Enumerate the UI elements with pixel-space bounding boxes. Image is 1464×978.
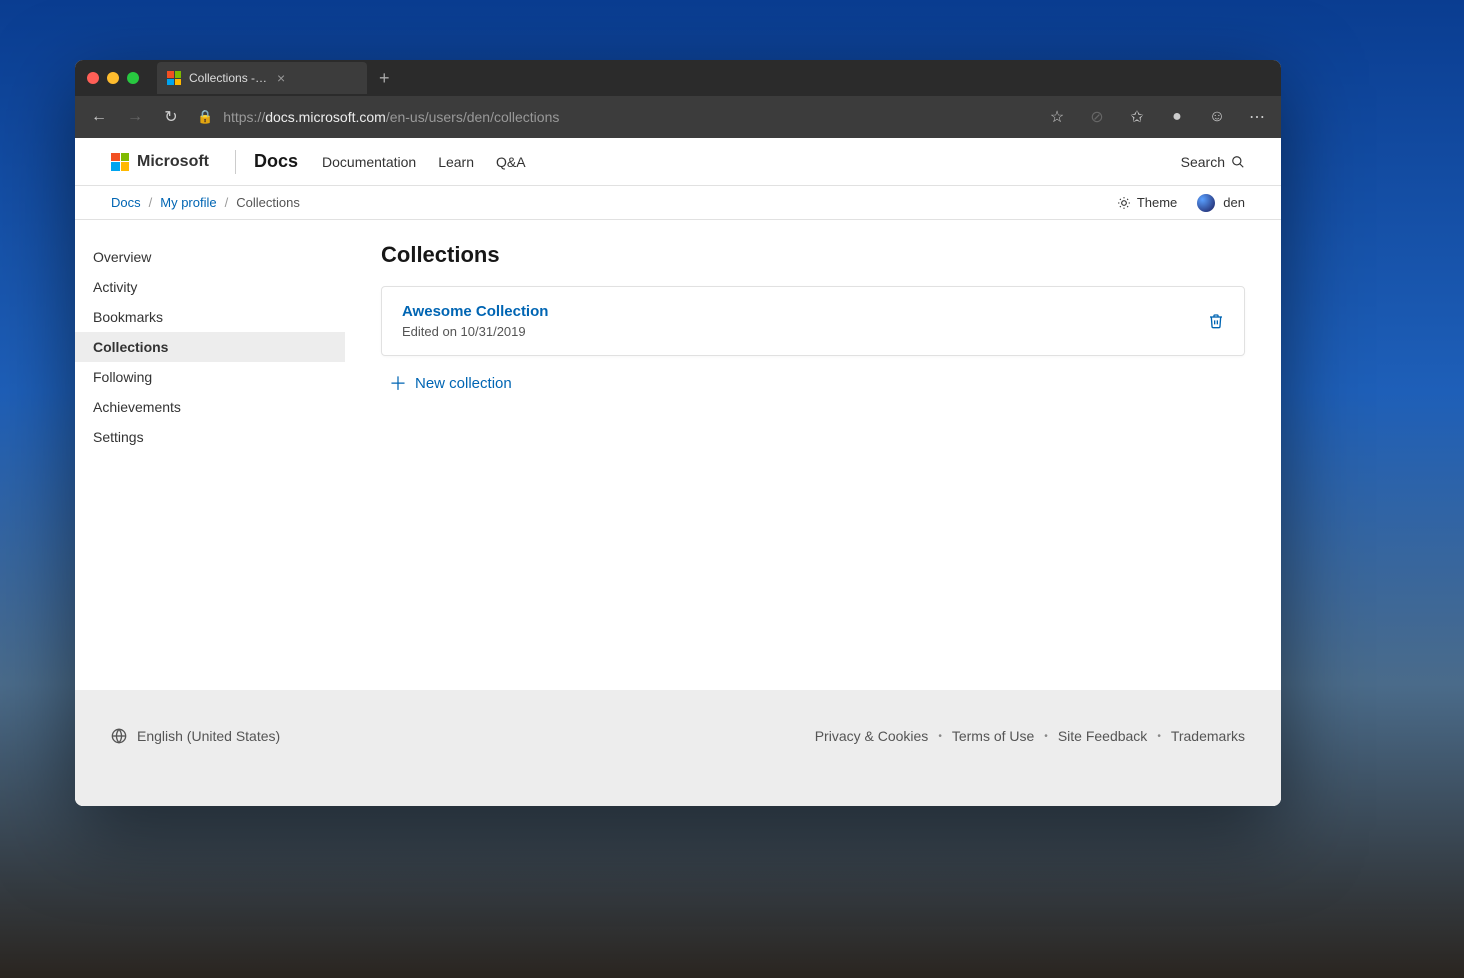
collection-card: Awesome Collection Edited on 10/31/2019 — [381, 286, 1245, 356]
browser-tab[interactable]: Collections - den | Microsoft Do × — [157, 62, 367, 94]
window-close[interactable] — [87, 72, 99, 84]
divider — [235, 150, 236, 174]
breadcrumb-profile[interactable]: My profile — [160, 195, 216, 210]
breadcrumb-current: Collections — [236, 195, 300, 210]
tracking-icon[interactable]: ⊘ — [1087, 107, 1107, 127]
sidebar-item-following[interactable]: Following — [75, 362, 345, 392]
footer-trademarks[interactable]: Trademarks — [1171, 728, 1245, 744]
breadcrumb-bar: Docs / My profile / Collections Theme de… — [75, 186, 1281, 220]
microsoft-logo-icon — [111, 153, 129, 171]
user-menu[interactable]: den — [1197, 194, 1245, 212]
profile-icon[interactable]: ● — [1167, 108, 1187, 126]
sidebar-item-activity[interactable]: Activity — [75, 272, 345, 302]
sidebar-item-settings[interactable]: Settings — [75, 422, 345, 452]
theme-toggle[interactable]: Theme — [1117, 195, 1177, 210]
breadcrumb-docs[interactable]: Docs — [111, 195, 141, 210]
footer-links: Privacy & Cookies • Terms of Use • Site … — [815, 728, 1245, 744]
new-tab-button[interactable]: + — [379, 68, 390, 89]
reload-button[interactable]: ↻ — [161, 107, 181, 127]
avatar — [1197, 194, 1215, 212]
nav-documentation[interactable]: Documentation — [322, 154, 416, 170]
footer-feedback[interactable]: Site Feedback — [1058, 728, 1148, 744]
feedback-icon[interactable]: ☺ — [1207, 108, 1227, 126]
globe-icon — [111, 728, 127, 744]
search-label: Search — [1181, 154, 1225, 170]
tab-close-icon[interactable]: × — [277, 70, 357, 86]
username: den — [1223, 195, 1245, 210]
browser-window: Collections - den | Microsoft Do × + ← →… — [75, 60, 1281, 806]
search-link[interactable]: Search — [1181, 154, 1245, 170]
sidebar-item-achievements[interactable]: Achievements — [75, 392, 345, 422]
page-body: Microsoft Docs Documentation Learn Q&A S… — [75, 138, 1281, 806]
theme-label: Theme — [1137, 195, 1177, 210]
window-controls — [87, 72, 139, 84]
sidebar-item-bookmarks[interactable]: Bookmarks — [75, 302, 345, 332]
page-title: Collections — [381, 242, 1245, 268]
site-footer: English (United States) Privacy & Cookie… — [75, 690, 1281, 806]
language-label: English (United States) — [137, 728, 280, 744]
url-text: https://docs.microsoft.com/en-us/users/d… — [223, 109, 559, 125]
forward-button[interactable]: → — [125, 108, 145, 126]
site-top-nav: Microsoft Docs Documentation Learn Q&A S… — [75, 138, 1281, 186]
browser-titlebar: Collections - den | Microsoft Do × + — [75, 60, 1281, 96]
window-maximize[interactable] — [127, 72, 139, 84]
search-icon — [1231, 155, 1245, 169]
sidebar-item-collections[interactable]: Collections — [75, 332, 345, 362]
new-collection-label: New collection — [415, 375, 512, 392]
nav-qa[interactable]: Q&A — [496, 154, 526, 170]
favorite-icon[interactable]: ☆ — [1047, 107, 1067, 127]
language-selector[interactable]: English (United States) — [111, 728, 280, 744]
microsoft-wordmark: Microsoft — [137, 153, 209, 171]
back-button[interactable]: ← — [89, 108, 109, 126]
main-panel: Collections Awesome Collection Edited on… — [345, 220, 1281, 690]
sidebar-nav: Overview Activity Bookmarks Collections … — [75, 220, 345, 690]
tab-title: Collections - den | Microsoft Do — [189, 71, 269, 85]
nav-learn[interactable]: Learn — [438, 154, 474, 170]
browser-toolbar: ← → ↻ 🔒 https://docs.microsoft.com/en-us… — [75, 96, 1281, 138]
footer-terms[interactable]: Terms of Use — [952, 728, 1034, 744]
trash-icon — [1208, 312, 1224, 330]
footer-privacy[interactable]: Privacy & Cookies — [815, 728, 929, 744]
lock-icon: 🔒 — [197, 109, 213, 125]
tab-favicon — [167, 71, 181, 85]
content-area: Overview Activity Bookmarks Collections … — [75, 220, 1281, 690]
collection-title-link[interactable]: Awesome Collection — [402, 303, 1208, 320]
sidebar-item-overview[interactable]: Overview — [75, 242, 345, 272]
microsoft-logo[interactable]: Microsoft — [111, 153, 209, 171]
address-bar[interactable]: 🔒 https://docs.microsoft.com/en-us/users… — [197, 109, 1031, 125]
plus-icon: ＋ — [389, 370, 407, 396]
collection-meta: Edited on 10/31/2019 — [402, 324, 1208, 339]
site-brand[interactable]: Docs — [254, 151, 298, 172]
new-collection-button[interactable]: ＋ New collection — [381, 370, 512, 396]
favorites-bar-icon[interactable]: ✩ — [1127, 107, 1147, 127]
sun-icon — [1117, 196, 1131, 210]
window-minimize[interactable] — [107, 72, 119, 84]
delete-collection-button[interactable] — [1208, 312, 1224, 330]
menu-icon[interactable]: ⋯ — [1247, 107, 1267, 127]
